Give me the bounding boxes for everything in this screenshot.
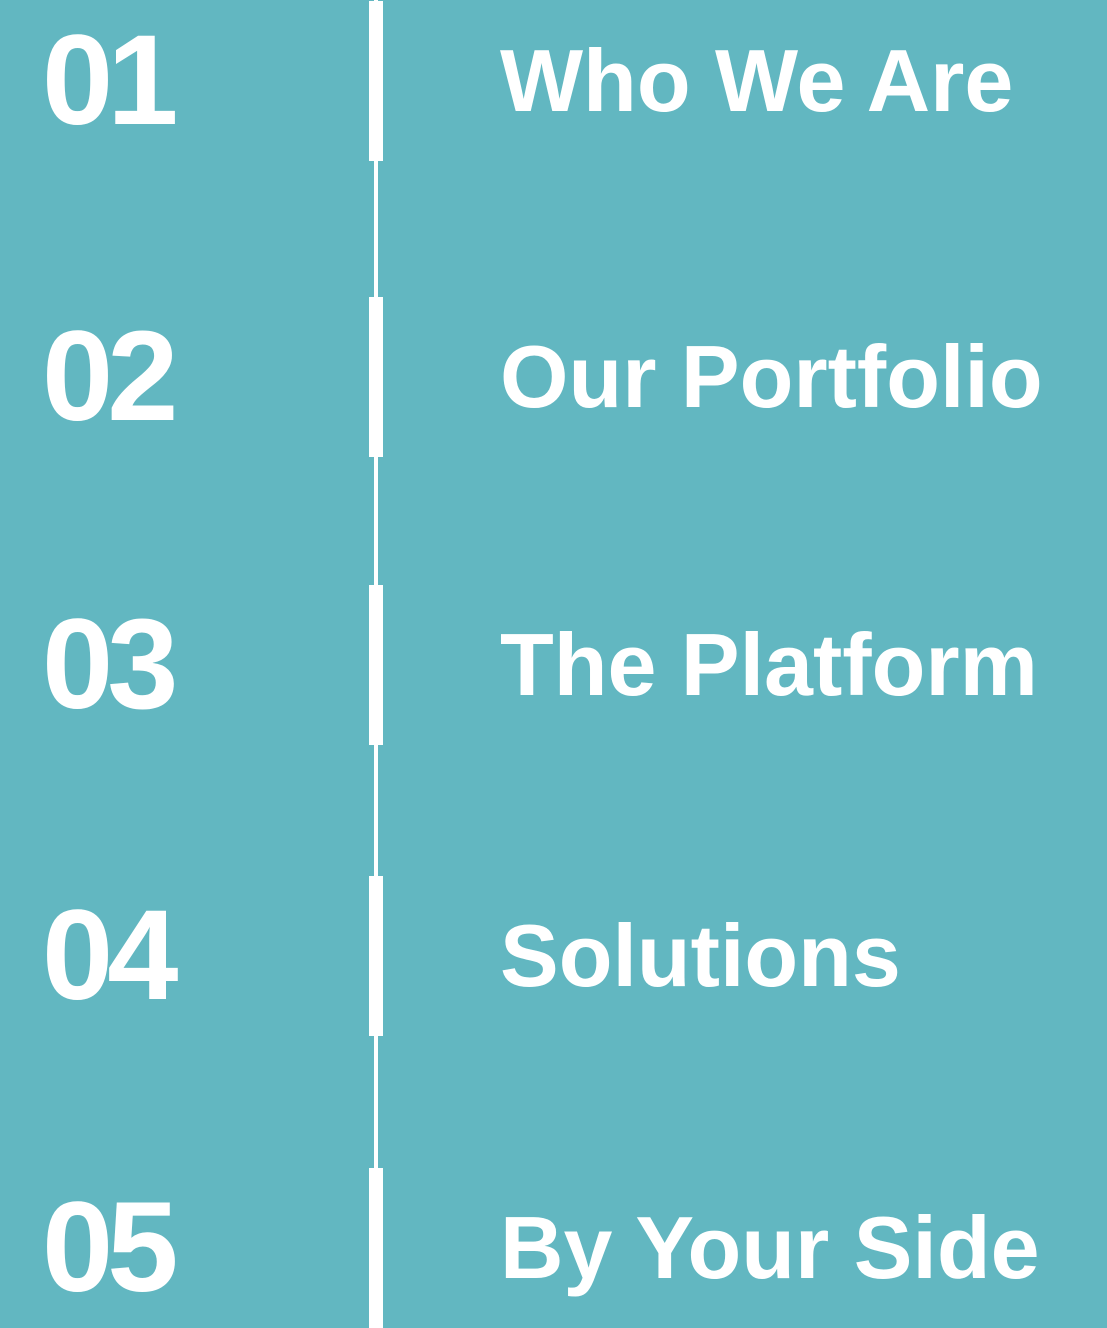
menu-item-who-we-are[interactable]: 01 Who We Are [0,1,1107,161]
item-number: 05 [42,1176,178,1319]
item-label: The Platform [500,615,1038,714]
item-divider-bar [369,585,383,745]
item-number: 04 [42,884,178,1027]
item-divider-bar [369,297,383,457]
item-divider-bar [369,1,383,161]
item-label: By Your Side [500,1198,1040,1297]
section-menu: 01 Who We Are 02 Our Portfolio 03 The Pl… [0,0,1107,1328]
item-number: 03 [42,593,178,736]
item-label: Our Portfolio [500,327,1043,426]
menu-item-solutions[interactable]: 04 Solutions [0,876,1107,1036]
item-divider-bar [369,876,383,1036]
item-number: 01 [42,9,178,152]
menu-item-the-platform[interactable]: 03 The Platform [0,585,1107,745]
item-label: Who We Are [500,31,1014,130]
item-divider-bar [369,1168,383,1328]
item-number: 02 [42,305,178,448]
menu-item-our-portfolio[interactable]: 02 Our Portfolio [0,297,1107,457]
item-label: Solutions [500,906,901,1005]
menu-item-by-your-side[interactable]: 05 By Your Side [0,1168,1107,1328]
